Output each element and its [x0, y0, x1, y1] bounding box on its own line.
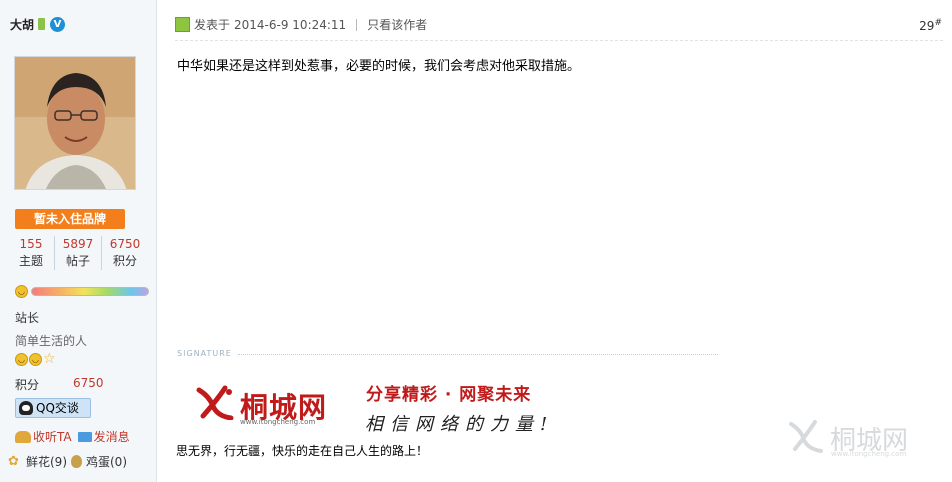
signature-divider: [238, 354, 718, 355]
author-sidebar: 大胡 V 暂未入住品牌 155 主题 5897 帖子 6750 积分 ◡ 站长 …: [0, 0, 157, 482]
verified-icon[interactable]: V: [50, 16, 66, 32]
stat-value: 5897: [62, 237, 94, 251]
follow-link[interactable]: 收听TA: [15, 428, 72, 445]
signature-text: 思无界，行无疆，快乐的走在自己人生的路上！: [176, 444, 429, 458]
egg-icon: [71, 455, 82, 468]
stat-value: 6750: [109, 237, 141, 251]
author-icon: [175, 17, 190, 32]
mail-icon: [77, 431, 92, 442]
smiley-medal-icon: ◡: [15, 352, 28, 366]
post-meta: 发表于 2014-6-9 10:24:11 只看该作者: [175, 16, 427, 33]
floor-value: 29: [919, 19, 935, 33]
follow-icon: [15, 430, 31, 443]
signature-slogan-handwritten: 相信网络的力量!: [365, 414, 555, 435]
meta-divider-line: [175, 40, 943, 41]
signature-label: SIGNATURE: [177, 349, 232, 358]
send-message-label: 发消息: [93, 430, 130, 444]
floor-number[interactable]: 29#: [919, 18, 942, 33]
level-progress-bar: [31, 287, 149, 296]
user-actions: 收听TA 发消息: [15, 428, 130, 445]
points-value: 6750: [73, 376, 104, 390]
stat-label: 积分: [112, 254, 137, 268]
points-row: 积分 6750: [15, 376, 104, 393]
follow-label: 收听TA: [33, 430, 72, 444]
stat-posts[interactable]: 5897 帖子: [55, 236, 102, 270]
qq-chat-button[interactable]: QQ交谈: [15, 398, 91, 418]
post-datetime: 2014-6-9 10:24:11: [234, 17, 347, 32]
points-label: 积分: [15, 378, 40, 392]
user-rank[interactable]: 站长: [15, 309, 39, 326]
star-icon: ☆: [43, 351, 56, 367]
posted-at-prefix: 发表于: [194, 18, 231, 32]
watermark-logo-icon: [789, 420, 823, 453]
smiley-icon: ◡: [15, 285, 28, 298]
user-motto: 简单生活的人: [15, 334, 88, 348]
signature-slogan: 分享精彩 · 网聚未来: [366, 385, 532, 405]
brand-button[interactable]: 暂未入住品牌: [15, 209, 125, 229]
egg-link[interactable]: 鸡蛋(0): [86, 453, 127, 470]
only-author-link[interactable]: 只看该作者: [367, 16, 427, 33]
avatar[interactable]: [14, 56, 136, 190]
stat-value: 155: [19, 237, 43, 251]
level-bar-row: ◡: [15, 285, 149, 298]
stat-threads[interactable]: 155 主题: [8, 236, 55, 270]
send-message-link[interactable]: 发消息: [77, 428, 130, 445]
username-row: 大胡 V: [10, 15, 66, 33]
floor-mark: #: [934, 18, 942, 28]
username[interactable]: 大胡: [10, 16, 34, 33]
mobile-icon: [38, 18, 46, 30]
signature-banner[interactable]: 桐城网 www.itongcheng.com 分享精彩 · 网聚未来 相信网络的…: [190, 376, 570, 435]
smiley-medal-icon: ◡: [29, 352, 42, 366]
qq-chat-label: QQ交谈: [36, 401, 79, 415]
medals: ◡ ◡ ☆: [15, 352, 56, 366]
tongcheng-logo-icon: [196, 385, 234, 420]
post-content: 中华如果还是这样到处惹事，必要的时候，我们会考虑对他采取措施。: [177, 59, 581, 74]
flower-link[interactable]: 鲜花(9): [26, 453, 67, 470]
site-watermark: 桐城网 www.itongcheng.com: [785, 414, 925, 462]
watermark-url: www.itongcheng.com: [831, 450, 907, 458]
stat-points[interactable]: 6750 积分: [102, 236, 148, 270]
qq-icon: [19, 401, 33, 415]
signature-logo-url: www.itongcheng.com: [240, 418, 316, 426]
stat-label: 主题: [18, 254, 43, 268]
user-stats: 155 主题 5897 帖子 6750 积分: [8, 236, 148, 270]
meta-divider: [356, 18, 358, 31]
gift-row: ✿ 鲜花(9) 鸡蛋(0): [8, 453, 127, 470]
flower-icon: ✿: [8, 453, 19, 469]
stat-label: 帖子: [65, 254, 90, 268]
